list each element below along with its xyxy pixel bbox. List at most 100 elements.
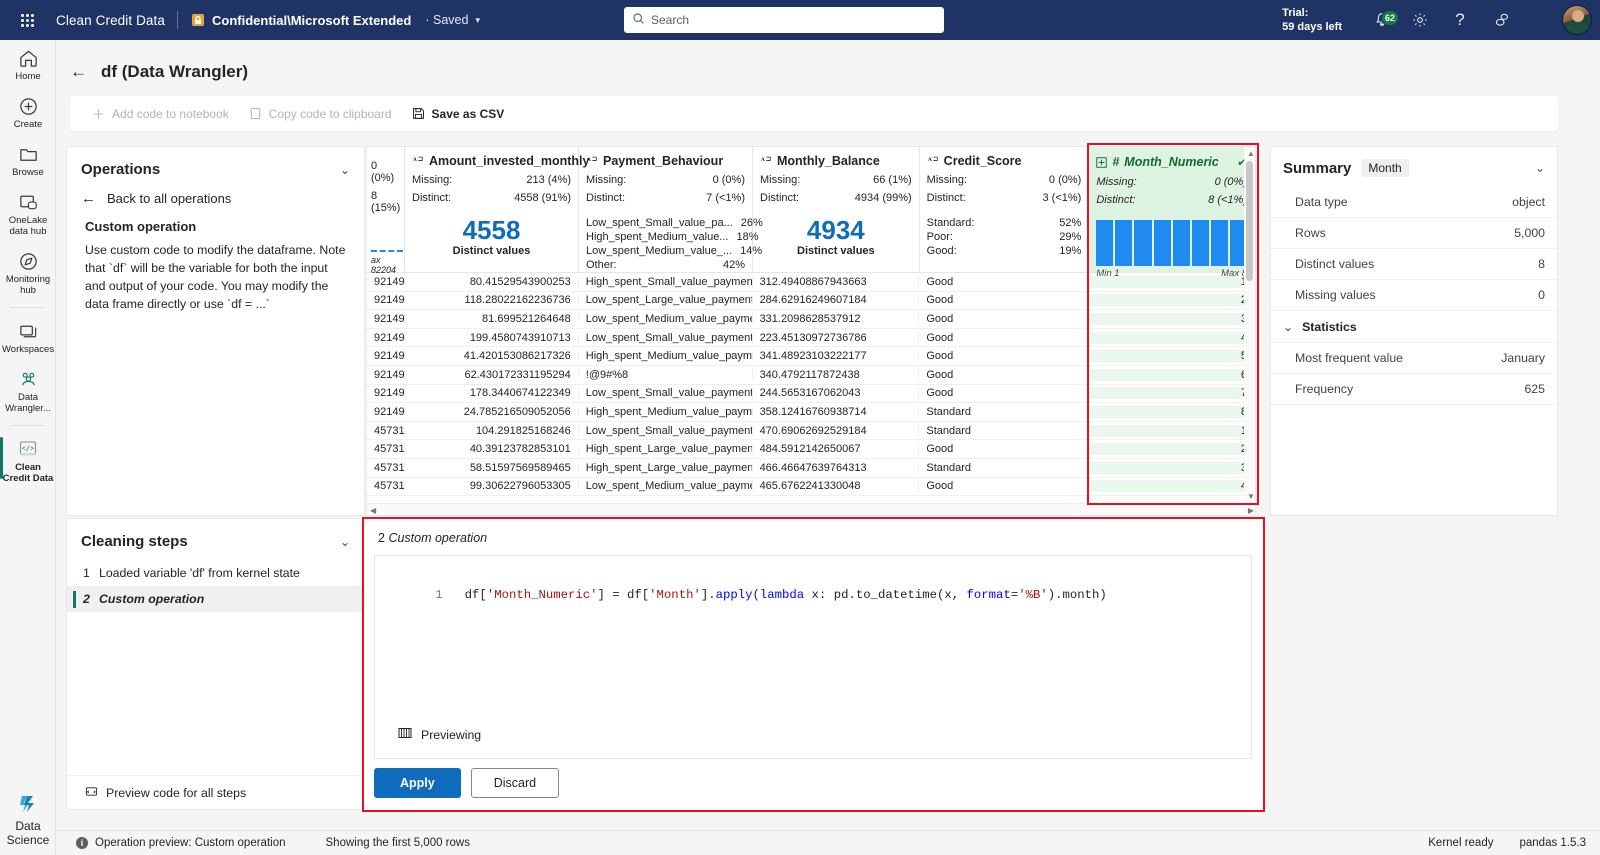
gear-icon[interactable] [1408, 8, 1432, 32]
scroll-thumb[interactable] [1246, 161, 1253, 281]
sidebar-item-workspaces[interactable]: Workspaces [0, 313, 56, 361]
category-item: Poor: 29% [927, 230, 1082, 244]
sidebar-item-home[interactable]: Home [0, 40, 56, 88]
table-row[interactable]: 92149 41.420153086217326 High_spent_Medium… [367, 347, 1255, 366]
chevron-down-icon[interactable]: ⌄ [1535, 161, 1545, 175]
status-right: Kernel ready pandas 1.5.3 [1428, 837, 1586, 849]
sidebar-item-onelake-data-hub[interactable]: OneLake data hub [0, 184, 56, 243]
category-pct: 52% [1059, 217, 1082, 229]
code-token: x: pd.to_datetime(x, [804, 588, 967, 602]
table-row[interactable]: 92149 199.4580743910713 Low_spent_Small_va… [367, 329, 1255, 348]
sidebar-item-data-wrangler[interactable]: Data Wrangler... [0, 361, 56, 420]
sidebar-item-monitoring-hub[interactable]: Monitoring hub [0, 243, 56, 302]
table-row[interactable]: 92149 62.430172331195294 !@9#%8 340.4792117… [367, 366, 1255, 385]
chevron-down-icon[interactable]: ▾ [475, 15, 480, 26]
sidebar-item-browse[interactable]: Browse [0, 136, 56, 184]
scroll-up-icon[interactable]: ▲ [1247, 149, 1255, 158]
missing-value: 66 (1%) [873, 174, 912, 186]
waffle-icon[interactable] [10, 13, 44, 27]
code-editor[interactable]: 1 df['Month_Numeric'] = df['Month'].apply… [374, 555, 1252, 759]
save-as-csv-button[interactable]: Save as CSV [402, 101, 515, 127]
table-cell: Good [919, 368, 1090, 381]
back-arrow-icon[interactable]: ← [70, 62, 87, 82]
table-cell: Standard [919, 461, 1090, 474]
table-row[interactable]: 92149 178.3440674122349 Low_spent_Small_va… [367, 385, 1255, 404]
table-cell: 92149 [367, 405, 405, 418]
chevron-down-icon[interactable]: ⌄ [340, 163, 350, 177]
back-arrow-icon: ← [81, 190, 96, 207]
table-cell: Good [919, 443, 1090, 456]
table-cell: High_spent_Large_value_payments [579, 443, 753, 456]
distinct-row: Distinct: 7 (<1%) [586, 192, 745, 204]
code-line[interactable]: 1 df['Month_Numeric'] = df['Month'].apply… [375, 556, 1251, 616]
table-row[interactable]: 92149 81.699521264648 Low_spent_Medium_val… [367, 310, 1255, 329]
preview-code-for-all-steps-button[interactable]: Preview code for all steps [67, 775, 364, 809]
table-row[interactable]: 45731 99.30622796053305 Low_spent_Medium_v… [367, 478, 1255, 497]
table-cell: 58.51597569589465 [405, 461, 579, 474]
grid-column-credit-score[interactable]: A Credit_Score Missing: 0 (0%) Distinct:… [920, 147, 1090, 272]
table-row[interactable]: 92149 118.28022162236736 Low_spent_Large_v… [367, 292, 1255, 311]
copy-code-to-clipboard-button[interactable]: Copy code to clipboard [239, 101, 402, 127]
add-code-to-notebook-button[interactable]: ＋ Add code to notebook [82, 101, 239, 127]
brand-title[interactable]: Clean Credit Data [56, 13, 165, 28]
statistics-section-header[interactable]: ⌄ Statistics [1271, 311, 1557, 343]
sidebar-item-clean-credit-data[interactable]: </> Clean Credit Data [0, 431, 56, 490]
help-icon[interactable]: ? [1448, 8, 1472, 32]
distinct-value: 8 (<1%) [1208, 194, 1247, 206]
column-name: Credit_Score [943, 154, 1022, 168]
table-cell: Good [919, 312, 1090, 325]
feedback-icon[interactable] [1490, 8, 1514, 32]
notification-bell-icon[interactable]: 62 [1370, 8, 1400, 32]
sidebar-label: Monitoring hub [5, 274, 51, 296]
avatar[interactable] [1562, 5, 1592, 35]
code-token: format [966, 588, 1011, 602]
sidebar-label: Browse [12, 167, 44, 178]
summary-row-frequency: Frequency 625 [1271, 374, 1557, 405]
cleaning-step-item[interactable]: 2 Custom operation [67, 586, 364, 612]
sidebar-item-create[interactable]: Create [0, 88, 56, 136]
horizontal-scrollbar[interactable]: ◀ ▶ [367, 503, 1255, 515]
vertical-scrollbar[interactable]: ▲ ▼ [1244, 147, 1255, 503]
search-icon [632, 12, 645, 28]
table-cell: Low_spent_Medium_value_payment: [579, 480, 753, 493]
missing-label: Missing: [1096, 176, 1137, 188]
table-row[interactable]: 45731 58.51597569589465 High_spent_Large_v… [367, 459, 1255, 478]
table-cell: 92149 [367, 368, 405, 381]
svg-text:A: A [413, 157, 417, 163]
category-item: Low_spent_Small_value_pa... 26% [586, 216, 763, 230]
sidebar-item-data-science[interactable]: Data Science [0, 792, 56, 847]
table-cell: Low_spent_Large_value_payments [579, 294, 753, 307]
discard-button[interactable]: Discard [470, 768, 560, 798]
trial-days: 59 days left [1282, 21, 1342, 33]
cleaning-step-item[interactable]: 1 Loaded variable 'df' from kernel state [67, 560, 364, 586]
column-header: A Credit_Score [927, 154, 1082, 168]
sensitivity-label[interactable]: Confidential\Microsoft Extended [212, 13, 411, 28]
table-cell: 465.6762241330048 [753, 480, 920, 493]
distinct-row: Distinct: 4558 (91%) [412, 192, 571, 204]
table-row[interactable]: 45731 40.39123782853101 High_spent_Large_v… [367, 440, 1255, 459]
distinct-value: 4934 (99%) [854, 192, 912, 204]
scroll-right-icon[interactable]: ▶ [1248, 506, 1254, 515]
plus-icon: ＋ [92, 107, 106, 122]
table-row[interactable]: 92149 24.785216509052056 High_spent_Medium… [367, 403, 1255, 422]
code-token: ).month) [1047, 588, 1107, 602]
svg-text:A: A [928, 157, 932, 163]
expand-icon[interactable] [1096, 156, 1108, 168]
chevron-down-icon[interactable]: ⌄ [340, 535, 350, 549]
summary-column-pill[interactable]: Month [1361, 159, 1409, 177]
search-input[interactable]: Search [624, 7, 944, 33]
grid-column-amount-invested-monthly[interactable]: A Amount_invested_monthly Missing: 213 (… [405, 147, 589, 272]
grid-column-partial[interactable]: 0 (0%) 8 (15%) ax 82204 [367, 147, 405, 275]
grid-column-payment-behaviour[interactable]: A Payment_Behaviour Missing: 0 (0%) Dist… [579, 147, 763, 272]
apply-button[interactable]: Apply [374, 768, 461, 798]
table-cell: 92149 [367, 294, 405, 307]
grid-column-monthly-balance[interactable]: A Monthly_Balance Missing: 66 (1%) Disti… [753, 147, 920, 272]
data-grid[interactable]: 0 (0%) 8 (15%) ax 82204 A Amount_investe… [366, 146, 1256, 516]
scroll-down-icon[interactable]: ▼ [1247, 492, 1255, 501]
table-row[interactable]: 45731 104.291825168246 Low_spent_Small_val… [367, 422, 1255, 441]
text-type-icon: A [586, 155, 598, 167]
missing-row: Missing: 66 (1%) [760, 174, 912, 186]
scroll-left-icon[interactable]: ◀ [370, 506, 376, 515]
back-to-all-operations-button[interactable]: ← Back to all operations [67, 186, 364, 219]
grid-column-month-numeric[interactable]: # Month_Numeric ✓ Missing: 0 (0%) Distin… [1089, 147, 1255, 279]
